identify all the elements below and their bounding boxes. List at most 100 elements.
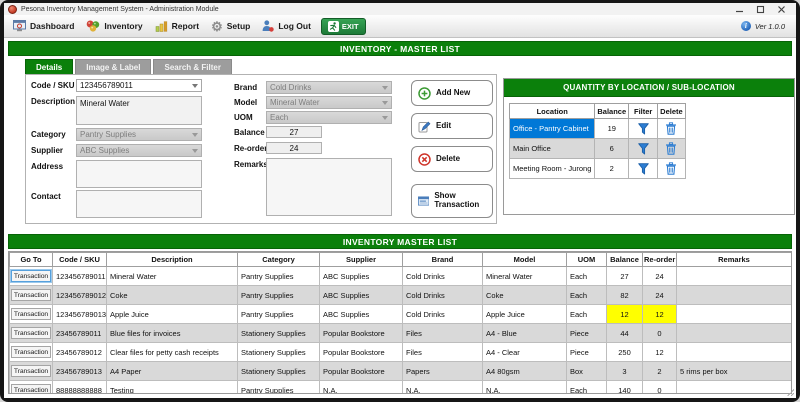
location-cell[interactable]: Meeting Room - Jurong xyxy=(508,158,596,179)
remarks-label: Remarks xyxy=(234,160,268,169)
cell-remarks xyxy=(676,266,791,286)
cell-uom: Each xyxy=(566,304,607,324)
cell-model: A4 - Blue xyxy=(482,323,567,343)
goto-cell: Transaction xyxy=(9,304,53,324)
location-row[interactable]: Office - Pantry Cabinet 19 xyxy=(508,118,686,139)
uom-label: UOM xyxy=(234,113,253,122)
exit-button[interactable]: EXIT xyxy=(320,17,366,35)
master-list-banner: INVENTORY MASTER LIST xyxy=(8,234,792,249)
cell-remarks xyxy=(676,380,791,393)
cell-reorder: 0 xyxy=(642,380,677,393)
window-controls xyxy=(735,5,792,14)
cell-supplier: Popular Bookstore xyxy=(319,361,403,381)
cell-category: Pantry Supplies xyxy=(237,380,320,393)
balance-field: 27 xyxy=(266,126,322,138)
brand-label: Brand xyxy=(234,83,258,92)
transaction-button[interactable]: Transaction xyxy=(11,346,51,358)
transaction-button[interactable]: Transaction xyxy=(10,269,52,283)
window-client-area: Pesona Inventory Management System - Adm… xyxy=(4,3,796,398)
add-icon xyxy=(418,86,431,100)
cell-description: Mineral Water xyxy=(106,266,238,286)
location-table: Location Balance Filter Delete Office - Pan… xyxy=(508,103,686,179)
model-combobox: Mineral Water xyxy=(266,96,392,109)
cell-code: 88888888888 xyxy=(52,380,107,393)
show-transaction-button[interactable]: Show Transaction xyxy=(411,184,493,218)
cell-reorder: 12 xyxy=(642,304,677,324)
code-sku-label: Code / SKU xyxy=(31,81,75,90)
setup-button[interactable]: ⚙ Setup xyxy=(205,19,256,34)
resize-grip[interactable] xyxy=(787,389,794,396)
toolbar-item-label: Inventory xyxy=(104,21,143,31)
cell-supplier: ABC Supplies xyxy=(319,266,403,286)
location-cell[interactable]: Main Office xyxy=(508,138,596,159)
trash-icon[interactable] xyxy=(657,138,686,159)
transaction-button[interactable]: Transaction xyxy=(11,308,51,320)
cell-reorder: 2 xyxy=(642,361,677,381)
goto-cell: Transaction xyxy=(9,380,53,393)
cell-description: Clear files for petty cash receipts xyxy=(106,342,238,362)
chevron-down-icon xyxy=(382,100,388,105)
toolbar-item-label: Dashboard xyxy=(30,21,75,31)
master-col-header: Brand xyxy=(402,252,483,267)
minimize-icon[interactable] xyxy=(735,5,744,14)
master-table-header-row: Go To Code / SKU Description Category Suppli… xyxy=(9,252,791,267)
tab-details[interactable]: Details xyxy=(25,59,74,74)
location-cell[interactable]: Office - Pantry Cabinet xyxy=(508,118,596,139)
dashboard-button[interactable]: Dashboard xyxy=(7,18,80,34)
cell-brand: Cold Drinks xyxy=(402,285,483,305)
location-table-header-row: Location Balance Filter Delete xyxy=(508,103,686,119)
goto-cell: Transaction xyxy=(9,285,53,305)
table-row: Transaction 123456789011 Mineral Water Pant… xyxy=(9,266,791,286)
maximize-icon[interactable] xyxy=(756,5,765,14)
chevron-down-icon xyxy=(382,85,388,90)
transaction-button[interactable]: Transaction xyxy=(11,289,51,301)
master-col-header: Description xyxy=(106,252,238,267)
cell-supplier: Popular Bookstore xyxy=(319,323,403,343)
tab-label: Details xyxy=(36,62,63,72)
tab-strip: Details Image & Label Search & Filter xyxy=(25,59,232,74)
cell-reorder: 0 xyxy=(642,323,677,343)
filter-icon[interactable] xyxy=(628,118,659,139)
close-icon[interactable] xyxy=(777,5,786,14)
info-icon[interactable]: i xyxy=(740,21,751,31)
transaction-button[interactable]: Transaction xyxy=(11,365,51,377)
transaction-button[interactable]: Transaction xyxy=(11,327,51,339)
cell-code: 123456789011 xyxy=(52,266,107,286)
transaction-button[interactable]: Transaction xyxy=(11,384,51,393)
filter-icon[interactable] xyxy=(628,158,659,179)
cell-model: A4 80gsm xyxy=(482,361,567,381)
edit-button[interactable]: Edit xyxy=(411,113,493,139)
inventory-button[interactable]: Inventory xyxy=(80,18,148,34)
trash-icon[interactable] xyxy=(657,158,686,179)
logout-icon xyxy=(262,20,275,32)
logout-button[interactable]: Log Out xyxy=(256,18,317,34)
table-row: Transaction 23456789012 Clear files for pe… xyxy=(9,342,791,362)
cell-balance: 250 xyxy=(606,342,643,362)
tab-search-filter[interactable]: Search & Filter xyxy=(153,59,232,74)
master-list-table: Go To Code / SKU Description Category Suppli… xyxy=(9,252,791,393)
toolbar-item-label: Log Out xyxy=(278,21,311,31)
code-sku-value: 123456789011 xyxy=(80,81,133,90)
cell-brand: Cold Drinks xyxy=(402,266,483,286)
master-table-body: Transaction 123456789011 Mineral Water Pant… xyxy=(9,266,791,393)
description-field: Mineral Water xyxy=(76,96,202,125)
trash-icon[interactable] xyxy=(657,118,686,139)
delete-icon xyxy=(418,152,431,166)
table-row: Transaction 23456789011 Blue files for inv… xyxy=(9,323,791,343)
location-row[interactable]: Meeting Room - Jurong 2 xyxy=(508,158,686,179)
tab-image-label[interactable]: Image & Label xyxy=(75,59,152,74)
delete-button[interactable]: Delete xyxy=(411,146,493,172)
version-label: Ver 1.0.0 xyxy=(754,21,785,31)
location-row[interactable]: Main Office 6 xyxy=(508,138,686,159)
location-table-body: Office - Pantry Cabinet 19 Main Office 6 Mee… xyxy=(508,118,686,179)
location-col-header: Delete xyxy=(657,103,686,119)
add-new-button[interactable]: Add New xyxy=(411,80,493,106)
filter-icon[interactable] xyxy=(628,138,659,159)
code-sku-combobox[interactable]: 123456789011 xyxy=(76,79,202,92)
location-balance-cell: 6 xyxy=(594,138,630,159)
cell-model: Mineral Water xyxy=(482,266,567,286)
cell-category: Stationery Supplies xyxy=(237,342,320,362)
cell-category: Pantry Supplies xyxy=(237,304,320,324)
master-col-header: Model xyxy=(482,252,567,267)
report-button[interactable]: Report xyxy=(149,18,205,34)
